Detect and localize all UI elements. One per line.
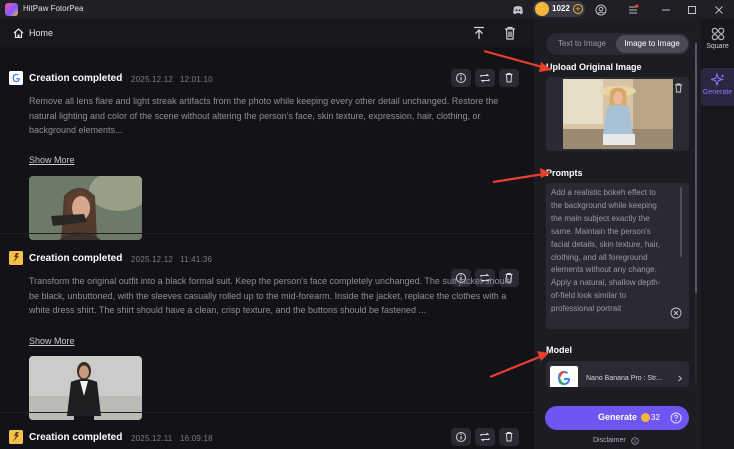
fotorpea-logo-icon [9, 430, 23, 444]
card-description: Transform the original outfit into a bla… [29, 276, 512, 316]
nav-generate-label: Generate [702, 89, 733, 96]
home-icon[interactable] [13, 28, 24, 38]
add-credits-icon[interactable]: + [573, 4, 583, 14]
trash-icon [505, 73, 513, 83]
sparkle-icon [710, 73, 724, 87]
card-time: 16:09:18 [180, 434, 213, 443]
credits-badge[interactable]: 1022 + [533, 1, 585, 17]
history-feed: Home Creation completed 2025.12.12 12:01… [0, 19, 534, 449]
creation-card: Creation completed 2025.12.12 12:01:10 R… [0, 47, 534, 251]
card-time: 11:41:36 [180, 255, 213, 264]
info-icon [456, 432, 466, 442]
trash-icon[interactable] [674, 83, 683, 93]
repeat-icon [480, 432, 490, 442]
side-nav: Square Generate [701, 19, 734, 449]
app-title: HitPaw FotorPea [23, 4, 84, 13]
clear-icon[interactable] [670, 307, 682, 319]
google-logo-icon [550, 366, 578, 387]
creation-card: Creation completed 2025.12.12 11:41:36 T… [0, 234, 534, 420]
card-time: 12:01:10 [180, 75, 213, 84]
show-more-link[interactable]: Show More [29, 336, 75, 346]
creation-card: Creation completed 2025.12.11 16:09:18 [0, 413, 534, 449]
mode-tabs: Text to Image Image to Image [546, 33, 690, 55]
regenerate-button[interactable] [475, 428, 495, 446]
export-icon[interactable] [471, 25, 487, 41]
title-bar: HitPaw FotorPea 1022 + [0, 0, 734, 19]
fotorpea-logo-icon [9, 251, 23, 265]
generate-panel: Text to Image Image to Image Upload Orig… [534, 19, 701, 449]
disclaimer-link[interactable]: Disclaimer [593, 437, 626, 444]
app-logo-icon [5, 3, 18, 16]
prompt-scrollbar[interactable] [680, 187, 682, 257]
coin-icon [641, 413, 650, 422]
tab-image-to-image[interactable]: Image to Image [616, 35, 688, 53]
square-grid-icon [711, 27, 724, 41]
credits-count: 1022 [552, 4, 570, 13]
delete-button[interactable] [499, 69, 519, 87]
nav-square-label: Square [706, 43, 729, 50]
home-link[interactable]: Home [29, 28, 53, 38]
delete-button[interactable] [499, 428, 519, 446]
chevron-right-icon [678, 375, 683, 382]
account-icon[interactable] [595, 4, 607, 16]
help-icon[interactable] [670, 412, 682, 424]
show-more-link[interactable]: Show More [29, 155, 75, 165]
upload-dropzone[interactable] [546, 77, 689, 151]
menu-icon[interactable] [627, 4, 639, 16]
nav-generate[interactable]: Generate [701, 68, 734, 106]
panel-scrollbar-thumb[interactable] [695, 43, 697, 293]
home-bar: Home [0, 19, 534, 47]
close-icon[interactable] [713, 4, 725, 16]
result-thumbnail[interactable] [29, 356, 142, 420]
card-title: Creation completed [29, 432, 123, 443]
uploaded-image[interactable] [563, 79, 673, 149]
card-description: Remove all lens flare and light streak a… [29, 96, 499, 136]
prompt-textarea[interactable]: Add a realistic bokeh effect to the back… [546, 183, 689, 329]
card-date: 2025.12.12 [131, 255, 174, 264]
card-title: Creation completed [29, 73, 123, 84]
maximize-icon[interactable] [686, 4, 698, 16]
info-button[interactable] [451, 69, 471, 87]
model-section-title: Model [546, 345, 572, 355]
trash-icon [505, 432, 513, 442]
coin-icon [535, 2, 549, 16]
card-title: Creation completed [29, 253, 123, 264]
discord-icon[interactable] [512, 4, 524, 16]
google-logo-icon [9, 71, 23, 85]
result-thumbnail[interactable] [29, 176, 142, 240]
generate-button[interactable]: Generate 32 [545, 406, 689, 430]
generate-cost: 32 [651, 413, 660, 422]
generate-label: Generate [598, 412, 638, 422]
repeat-icon [480, 73, 490, 83]
info-icon [456, 73, 466, 83]
trash-icon[interactable] [502, 25, 518, 41]
model-selector[interactable]: Nano Banana Pro : Str... [546, 361, 689, 387]
model-name: Nano Banana Pro : Str... [586, 375, 662, 382]
tab-text-to-image[interactable]: Text to Image [550, 35, 614, 53]
card-date: 2025.12.12 [131, 75, 174, 84]
nav-square[interactable]: Square [701, 27, 734, 59]
minimize-icon[interactable] [660, 4, 672, 16]
card-date: 2025.12.11 [131, 434, 173, 443]
info-button[interactable] [451, 428, 471, 446]
info-icon[interactable] [631, 437, 639, 445]
prompts-section-title: Prompts [546, 168, 583, 178]
regenerate-button[interactable] [475, 69, 495, 87]
prompt-text[interactable]: Add a realistic bokeh effect to the back… [551, 187, 661, 313]
upload-section-title: Upload Original Image [546, 62, 642, 72]
